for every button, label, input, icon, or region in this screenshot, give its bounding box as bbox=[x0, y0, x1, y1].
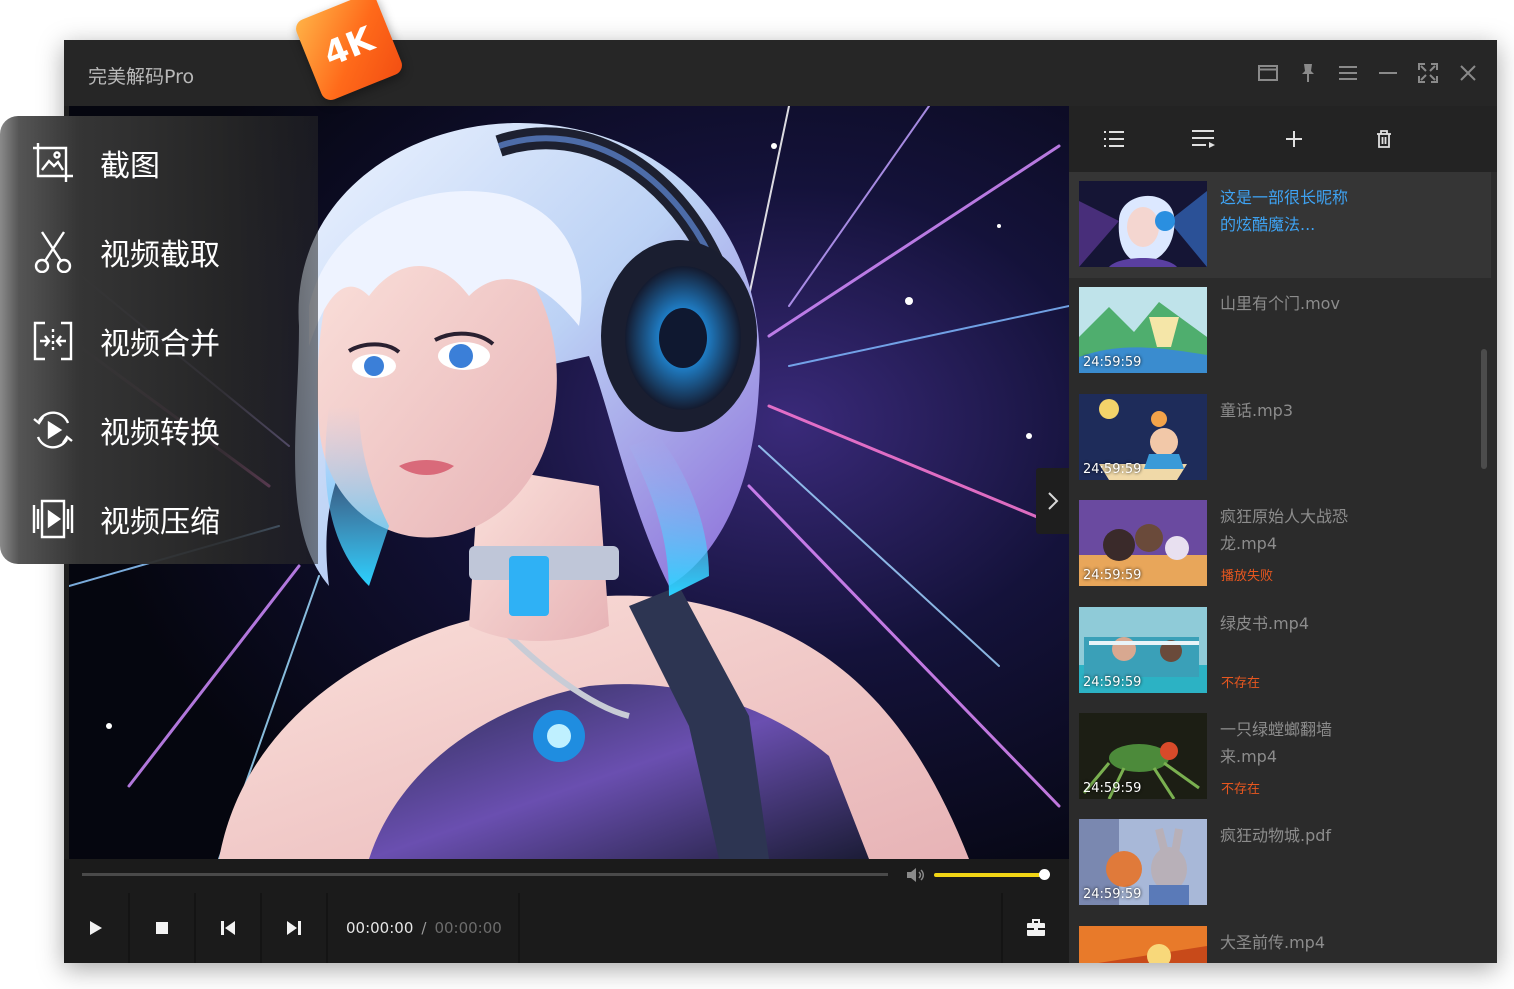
menu-item-label: 视频转换 bbox=[100, 415, 220, 451]
4k-badge-label: 4K bbox=[318, 19, 380, 75]
thumbnail: 24:59:59 bbox=[1079, 712, 1207, 799]
playlist-item-title: 绿皮书.mp4 bbox=[1220, 613, 1310, 633]
play-icon bbox=[90, 921, 102, 935]
playlist-scrollbar[interactable] bbox=[1481, 349, 1487, 469]
sort-icon bbox=[1192, 130, 1215, 148]
minimize-icon[interactable] bbox=[1377, 62, 1399, 84]
playlist-item-title: 疯狂动物城.pdf bbox=[1220, 826, 1332, 846]
next-button[interactable] bbox=[262, 893, 328, 963]
playlist-item-title: 一只绿螳螂翻墙来.mp4 bbox=[1220, 719, 1333, 766]
menu-item-label: 视频合并 bbox=[100, 326, 220, 362]
thumbnail: 24:59:59 bbox=[1079, 393, 1207, 480]
next-icon bbox=[287, 921, 301, 935]
convert-icon bbox=[30, 407, 76, 453]
previous-icon bbox=[221, 921, 235, 935]
playlist-item-title: 疯狂原始人大战恐龙.mp4 bbox=[1220, 507, 1349, 554]
volume-slider[interactable] bbox=[934, 873, 1046, 877]
app-title: 完美解码Pro bbox=[88, 66, 195, 88]
playlist-toolbar bbox=[1069, 106, 1497, 172]
current-time: 00:00:00 bbox=[346, 919, 414, 937]
menu-item-merge[interactable]: 视频合并 bbox=[0, 296, 318, 385]
playlist-item-status: 不存在 bbox=[1221, 781, 1261, 797]
previous-button[interactable] bbox=[196, 893, 262, 963]
stop-button[interactable] bbox=[130, 893, 196, 963]
volume-icon[interactable] bbox=[906, 867, 926, 887]
menu-item-label: 视频压缩 bbox=[100, 504, 220, 540]
window-controls bbox=[1257, 62, 1479, 84]
menu-item-label: 截图 bbox=[100, 148, 160, 184]
sort-button[interactable] bbox=[1159, 106, 1249, 172]
time-separator: / bbox=[421, 919, 427, 937]
thumbnail-duration: 24:59:59 bbox=[1083, 461, 1142, 477]
add-button[interactable] bbox=[1249, 106, 1339, 172]
list-button[interactable] bbox=[1069, 106, 1159, 172]
playlist-item-status: 不存在 bbox=[1221, 675, 1261, 691]
screenshot-icon bbox=[30, 140, 76, 186]
thumbnail: 24:59:59 bbox=[1079, 819, 1207, 906]
thumbnail-duration: 24:59:59 bbox=[1083, 568, 1142, 584]
delete-button[interactable] bbox=[1339, 106, 1429, 172]
play-button[interactable] bbox=[64, 893, 130, 963]
window-mode-icon[interactable] bbox=[1257, 62, 1279, 84]
playlist-item[interactable]: 这是一部很长昵称的炫酷魔法... bbox=[1069, 172, 1491, 279]
thumbnail-duration: 24:59:59 bbox=[1083, 674, 1142, 690]
time-display: 00:00:00 / 00:00:00 bbox=[328, 893, 520, 963]
volume-knob[interactable] bbox=[1039, 869, 1050, 880]
fullscreen-icon[interactable] bbox=[1417, 62, 1439, 84]
playlist-item[interactable]: 24:59:59 童话.mp3 bbox=[1069, 385, 1491, 491]
playlist-item[interactable]: 24:59:59 疯狂动物城.pdf bbox=[1069, 810, 1491, 916]
menu-item-convert[interactable]: 视频转换 bbox=[0, 385, 318, 474]
playlist-item-status: 播放失败 bbox=[1221, 569, 1274, 585]
menu-item-screenshot[interactable]: 截图 bbox=[0, 118, 318, 207]
thumbnail-duration: 24:59:59 bbox=[1083, 887, 1142, 903]
menu-item-label: 视频截取 bbox=[100, 237, 220, 273]
pin-icon[interactable] bbox=[1297, 62, 1319, 84]
playlist-item[interactable]: 24:59:59 绿皮书.mp4 不存在 bbox=[1069, 598, 1491, 704]
thumbnail: 24:59:59 bbox=[1079, 606, 1207, 693]
playlist-item[interactable]: 24:59:59 一只绿螳螂翻墙来.mp4 不存在 bbox=[1069, 704, 1491, 810]
playlist-item-title: 这是一部很长昵称的炫酷魔法... bbox=[1220, 188, 1349, 234]
playlist-item-title: 山里有个门.mov bbox=[1220, 294, 1340, 314]
thumbnail bbox=[1079, 925, 1207, 963]
thumbnail bbox=[1079, 181, 1207, 267]
list-icon bbox=[1104, 131, 1124, 147]
thumbnail: 24:59:59 bbox=[1079, 500, 1207, 587]
thumbnail-duration: 24:59:59 bbox=[1083, 355, 1142, 371]
thumbnail: 24:59:59 bbox=[1079, 287, 1207, 374]
menu-item-compress[interactable]: 视频压缩 bbox=[0, 474, 318, 563]
feature-menu: 截图 视频截取 视频合并 视频转换 视频压缩 bbox=[0, 116, 318, 564]
menu-item-clip[interactable]: 视频截取 bbox=[0, 207, 318, 296]
trash-icon bbox=[1377, 130, 1391, 148]
compress-icon bbox=[30, 496, 76, 542]
playlist-sidebar: 这是一部很长昵称的炫酷魔法... 24:59:59 山里有个门.mov 24:5… bbox=[1069, 106, 1497, 963]
scissors-icon bbox=[30, 229, 76, 275]
playback-controls: 00:00:00 / 00:00:00 bbox=[64, 893, 1069, 963]
playlist-item[interactable]: 24:59:59 山里有个门.mov bbox=[1069, 278, 1491, 384]
toolbox-button[interactable] bbox=[1001, 893, 1069, 963]
playlist-item[interactable]: 大圣前传.mp4 bbox=[1069, 917, 1491, 963]
playlist-item-title: 大圣前传.mp4 bbox=[1220, 932, 1326, 952]
total-time: 00:00:00 bbox=[434, 919, 502, 937]
progress-slider[interactable] bbox=[82, 873, 888, 876]
collapse-sidebar-button[interactable] bbox=[1036, 468, 1070, 534]
merge-icon bbox=[30, 318, 76, 364]
stop-icon bbox=[156, 922, 168, 934]
playlist-item-title: 童话.mp3 bbox=[1220, 400, 1294, 420]
close-icon[interactable] bbox=[1457, 62, 1479, 84]
toolbox-icon bbox=[1027, 919, 1045, 936]
title-bar: 完美解码Pro bbox=[64, 40, 1497, 106]
add-icon bbox=[1286, 131, 1302, 147]
menu-icon[interactable] bbox=[1337, 62, 1359, 84]
playlist-item[interactable]: 24:59:59 疯狂原始人大战恐龙.mp4 播放失败 bbox=[1069, 491, 1491, 597]
thumbnail-duration: 24:59:59 bbox=[1083, 780, 1142, 796]
playlist: 这是一部很长昵称的炫酷魔法... 24:59:59 山里有个门.mov 24:5… bbox=[1069, 172, 1491, 963]
control-bar: 00:00:00 / 00:00:00 bbox=[64, 859, 1069, 963]
